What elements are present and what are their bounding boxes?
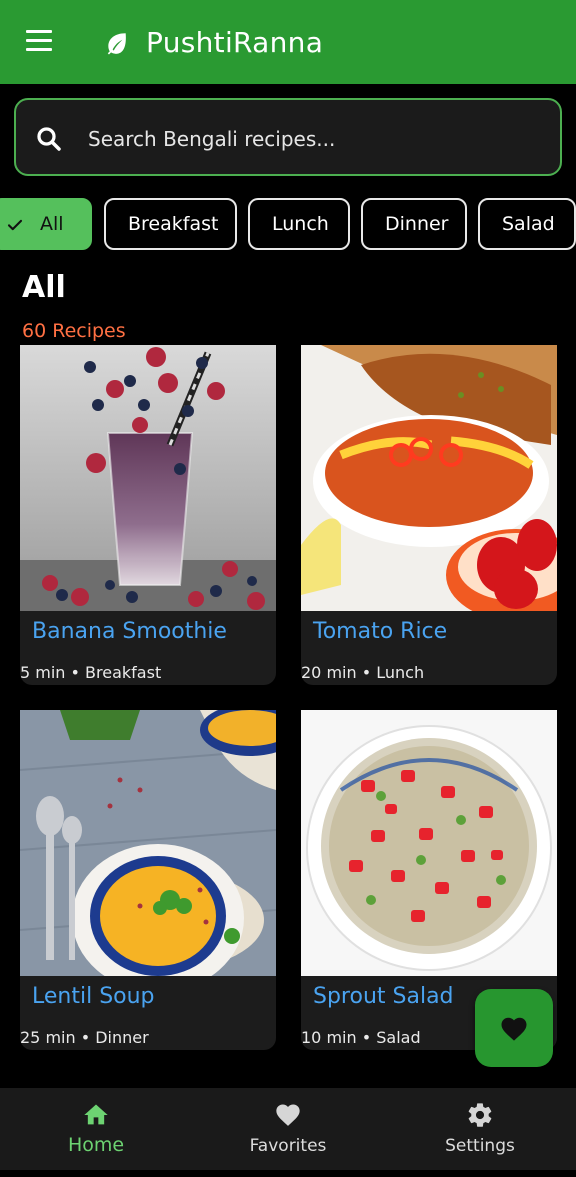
recipe-card[interactable]: Lentil Soup 25 min • Dinner <box>20 710 276 1050</box>
recipe-name: Tomato Rice <box>313 619 448 644</box>
filter-chip-label: All <box>40 213 64 235</box>
system-bar <box>0 1170 576 1177</box>
recipe-card[interactable]: Banana Smoothie 5 min • Breakfast <box>20 345 276 685</box>
recipe-image <box>20 345 276 611</box>
recipe-count: 60 Recipes <box>22 320 126 342</box>
app-bar: PushtiRanna <box>0 0 576 84</box>
filter-chip-label: Lunch <box>272 213 329 235</box>
nav-label: Favorites <box>249 1136 327 1156</box>
check-icon <box>7 219 23 231</box>
search-icon <box>37 127 61 151</box>
category-filter-row: All Breakfast Lunch Dinner Salad <box>0 198 576 252</box>
nav-item-favorites[interactable]: Favorites <box>192 1088 384 1170</box>
recipe-card[interactable]: Tomato Rice 20 min • Lunch <box>301 345 557 685</box>
heart-icon <box>276 1104 300 1126</box>
nav-label: Home <box>67 1134 125 1156</box>
filter-chip-breakfast[interactable]: Breakfast <box>104 198 237 250</box>
nav-item-settings[interactable]: Settings <box>384 1088 576 1170</box>
search-bar[interactable] <box>14 98 562 176</box>
nav-item-home[interactable]: Home <box>0 1088 192 1170</box>
filter-chip-dinner[interactable]: Dinner <box>361 198 467 250</box>
favorites-fab[interactable] <box>475 989 553 1067</box>
recipe-meta: 5 min • Breakfast <box>20 663 162 682</box>
filter-chip-lunch[interactable]: Lunch <box>248 198 350 250</box>
menu-icon[interactable] <box>22 30 56 56</box>
recipe-meta: 25 min • Dinner <box>20 1028 149 1047</box>
search-input[interactable] <box>88 124 528 154</box>
nav-label: Settings <box>445 1136 515 1156</box>
home-icon <box>84 1104 108 1125</box>
recipe-name: Lentil Soup <box>32 984 155 1009</box>
recipe-image <box>20 710 276 976</box>
recipe-name: Sprout Salad <box>313 984 454 1009</box>
filter-chip-label: Dinner <box>385 213 449 235</box>
heart-icon <box>501 1017 527 1041</box>
section-title: All <box>22 270 66 305</box>
filter-chip-label: Breakfast <box>128 213 219 235</box>
app-title: PushtiRanna <box>146 26 324 59</box>
recipe-name: Banana Smoothie <box>32 619 227 644</box>
recipe-meta: 20 min • Lunch <box>301 663 425 682</box>
recipe-image <box>301 710 557 976</box>
bottom-navigation: Home Favorites Settings <box>0 1088 576 1170</box>
filter-chip-label: Salad <box>502 213 555 235</box>
leaf-icon <box>107 33 126 55</box>
filter-chip-all[interactable]: All <box>0 198 92 250</box>
filter-chip-salad[interactable]: Salad <box>478 198 576 250</box>
recipe-image <box>301 345 557 611</box>
recipe-meta: 10 min • Salad <box>301 1028 421 1047</box>
gear-icon <box>468 1103 492 1127</box>
